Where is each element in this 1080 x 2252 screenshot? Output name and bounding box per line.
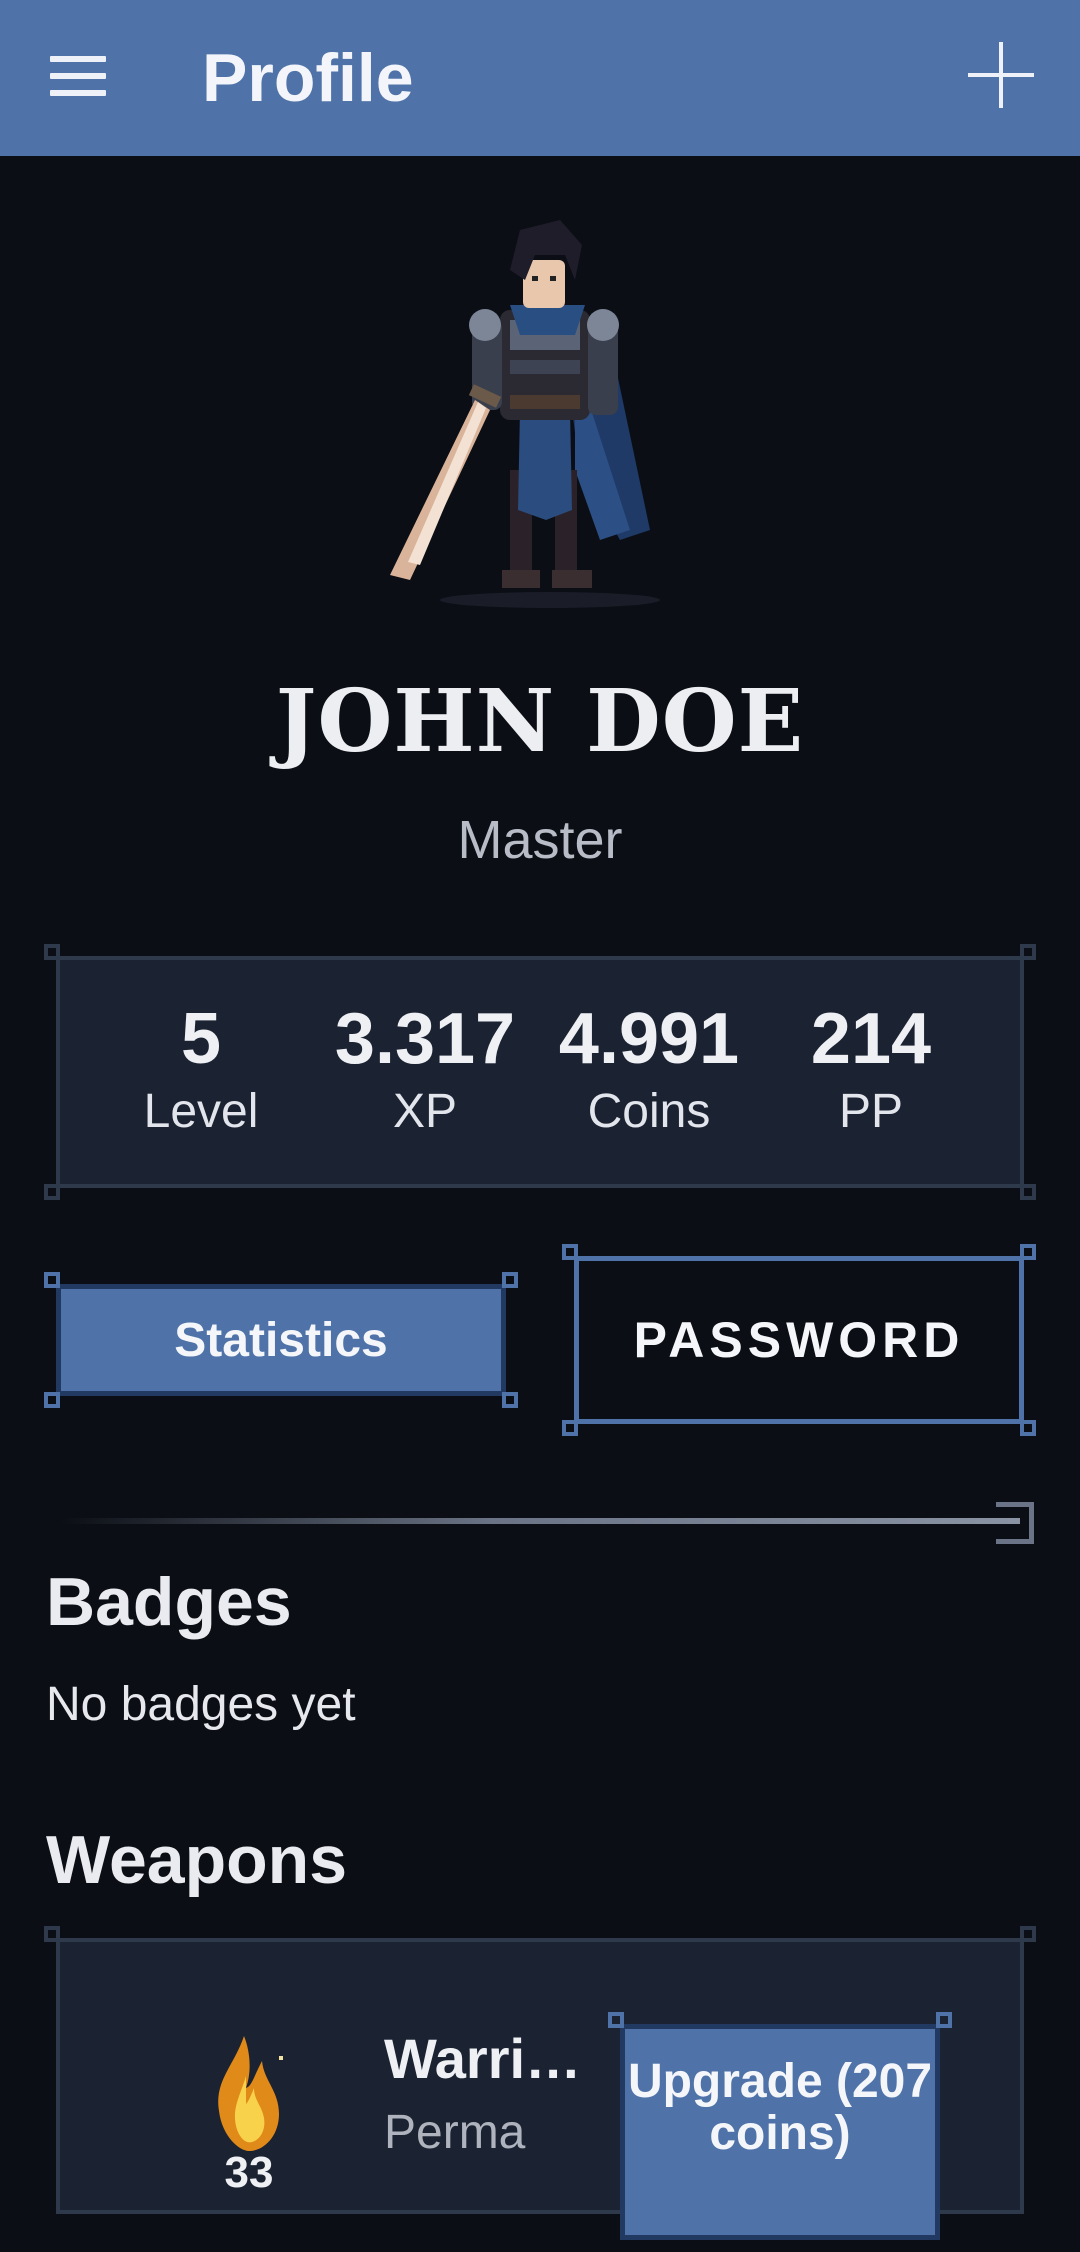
stat-label: PP xyxy=(838,1085,904,1138)
statistics-button-label: Statistics xyxy=(174,1313,388,1367)
badges-empty-text: No badges yet xyxy=(46,1678,356,1731)
stat-xp: 3.317 XP xyxy=(330,999,520,1141)
stat-label: Coins xyxy=(587,1085,711,1138)
stat-value: 4.991 xyxy=(558,999,740,1079)
stats-panel: 5 Level 3.317 XP 4.991 Coins 214 PP xyxy=(44,944,1036,1200)
stat-level: 5 Level xyxy=(106,999,296,1141)
stat-label: Level xyxy=(143,1085,259,1138)
weapon-subtitle: Perma xyxy=(384,2106,526,2159)
stat-value: 214 xyxy=(810,999,932,1079)
stat-value: 5 xyxy=(180,999,222,1079)
hamburger-menu-icon[interactable] xyxy=(50,56,106,100)
section-divider xyxy=(60,1518,1020,1524)
weapons-heading: Weapons xyxy=(46,1822,348,1898)
stat-label: XP xyxy=(392,1085,458,1138)
weapon-level: 33 xyxy=(224,2148,274,2197)
stat-pp: 214 PP xyxy=(776,999,966,1141)
weapon-name: Warri… xyxy=(384,2027,582,2090)
page-title: Profile xyxy=(202,40,414,116)
divider-ornament xyxy=(996,1502,1034,1544)
plus-icon[interactable] xyxy=(968,42,1034,108)
badges-heading: Badges xyxy=(46,1564,292,1640)
password-button[interactable]: PASSWORD xyxy=(562,1244,1036,1436)
app-bar: Profile xyxy=(0,0,1080,156)
upgrade-button[interactable]: Upgrade (207 coins) xyxy=(608,2012,952,2252)
stat-coins: 4.991 Coins xyxy=(554,999,744,1141)
profile-name: JOHN DOE xyxy=(275,671,805,772)
stat-value: 3.317 xyxy=(334,999,516,1079)
profile-rank: Master xyxy=(457,810,623,870)
password-button-label: PASSWORD xyxy=(633,1312,965,1368)
upgrade-button-label: Upgrade (207 coins) xyxy=(627,2055,933,2160)
statistics-button[interactable]: Statistics xyxy=(44,1272,518,1408)
flame-weapon-icon xyxy=(218,2036,283,2151)
weapon-card: 33 Warri… Perma Upgrade (207 coins) xyxy=(44,1926,1036,2240)
avatar xyxy=(390,220,660,608)
